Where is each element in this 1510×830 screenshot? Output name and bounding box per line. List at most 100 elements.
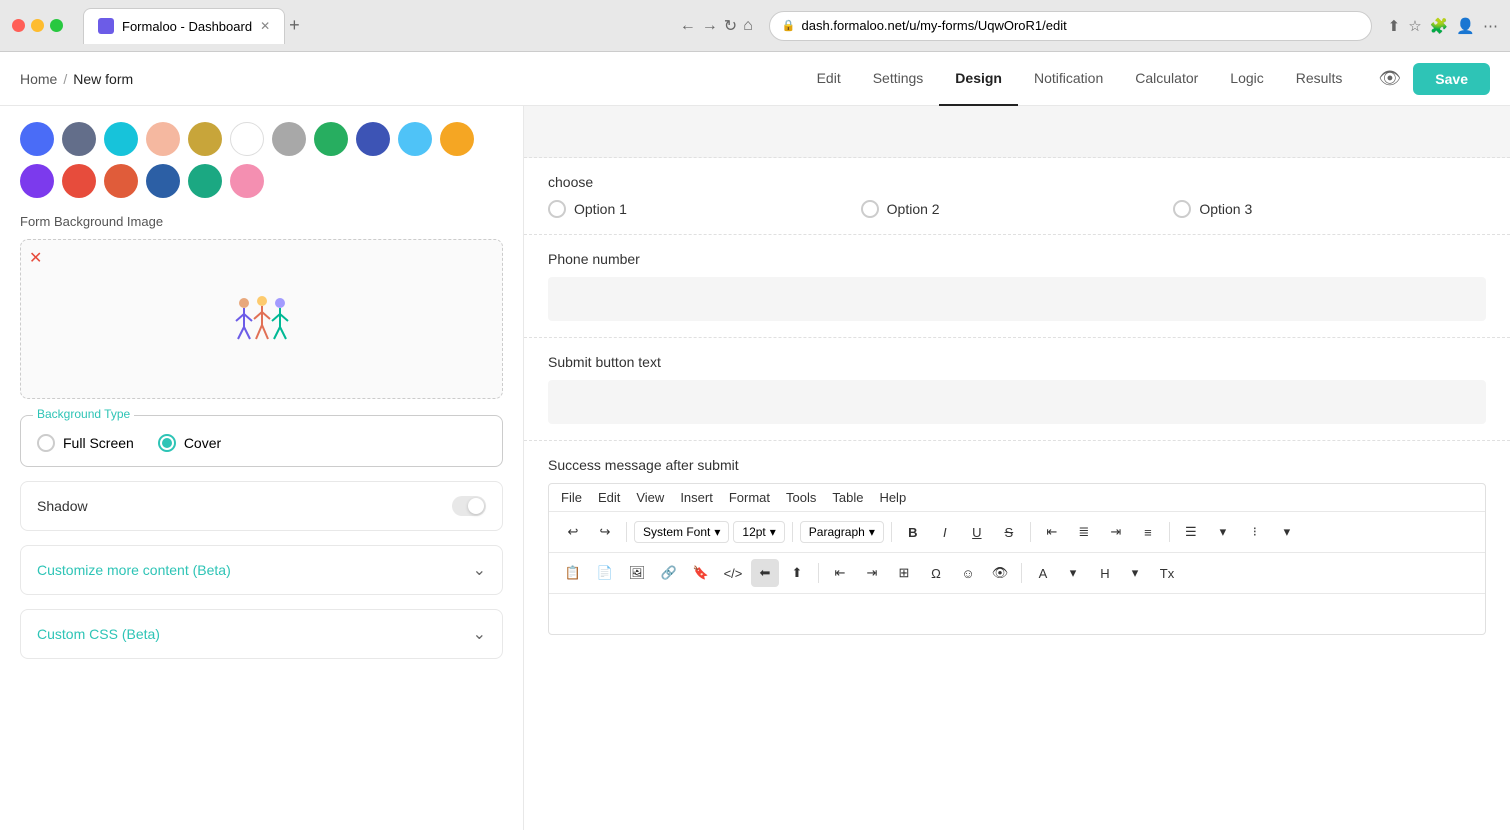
italic-button[interactable]: I	[931, 518, 959, 546]
color-swatch-green[interactable]	[314, 122, 348, 156]
color-swatch-orange[interactable]	[440, 122, 474, 156]
underline-button[interactable]: U	[963, 518, 991, 546]
align-center-button[interactable]: ≣	[1070, 518, 1098, 546]
ordered-list-button[interactable]: ☰	[1177, 518, 1205, 546]
refresh-button[interactable]: ↻	[724, 16, 737, 36]
share-icon[interactable]: ⬆	[1388, 17, 1401, 35]
paragraph-style-selector[interactable]: Paragraph ▾	[800, 521, 884, 543]
tab-calculator[interactable]: Calculator	[1119, 52, 1214, 106]
unordered-list-arrow[interactable]: ▾	[1273, 518, 1301, 546]
tab-logic[interactable]: Logic	[1214, 52, 1279, 106]
omega-button[interactable]: Ω	[922, 559, 950, 587]
code-button[interactable]: </>	[719, 559, 747, 587]
address-bar[interactable]: 🔒 dash.formaloo.net/u/my-forms/UqwOroR1/…	[769, 11, 1372, 41]
align-right-button[interactable]: ⇥	[1102, 518, 1130, 546]
more-icon[interactable]: ⋯	[1483, 17, 1498, 35]
editor-menu-help[interactable]: Help	[879, 490, 906, 505]
font-color-button[interactable]: A	[1029, 559, 1057, 587]
color-swatch-lightgray[interactable]	[272, 122, 306, 156]
editor-content-area[interactable]	[549, 594, 1485, 634]
visibility-button[interactable]: 👁	[986, 559, 1014, 587]
unordered-list-button[interactable]: ⁝	[1241, 518, 1269, 546]
submit-button-input-display[interactable]	[548, 380, 1486, 424]
delete-bg-image-button[interactable]: ✕	[29, 248, 42, 268]
tab-edit[interactable]: Edit	[801, 52, 857, 106]
color-swatch-navyblue[interactable]	[146, 164, 180, 198]
home-button[interactable]: ⌂	[743, 17, 753, 35]
font-family-selector[interactable]: System Font ▾	[634, 521, 729, 543]
color-swatch-teal[interactable]	[188, 164, 222, 198]
radio-cover[interactable]: Cover	[158, 434, 221, 452]
fullscreen-traffic-light[interactable]	[50, 19, 63, 32]
editor-menu-tools[interactable]: Tools	[786, 490, 816, 505]
strikethrough-button[interactable]: S	[995, 518, 1023, 546]
font-color-arrow[interactable]: ▾	[1059, 559, 1087, 587]
close-traffic-light[interactable]	[12, 19, 25, 32]
color-swatch-blue[interactable]	[20, 122, 54, 156]
color-swatch-pink[interactable]	[230, 164, 264, 198]
paste-button[interactable]: 📋	[559, 559, 587, 587]
radio-fullscreen[interactable]: Full Screen	[37, 434, 134, 452]
color-swatch-redorange[interactable]	[104, 164, 138, 198]
emoji-button[interactable]: ☺	[954, 559, 982, 587]
new-tab-button[interactable]: +	[289, 15, 300, 36]
preview-icon[interactable]: 👁	[1378, 68, 1401, 89]
extension-icon[interactable]: 🧩	[1430, 17, 1449, 35]
rtl-button[interactable]: ⬆	[783, 559, 811, 587]
bookmark-button[interactable]: 🔖	[687, 559, 715, 587]
highlight-arrow[interactable]: ▾	[1121, 559, 1149, 587]
indent-left-button[interactable]: ⇤	[826, 559, 854, 587]
browser-tab[interactable]: Formaloo - Dashboard ✕	[83, 8, 285, 44]
editor-menu-edit[interactable]: Edit	[598, 490, 620, 505]
color-swatch-peach[interactable]	[146, 122, 180, 156]
editor-menu-view[interactable]: View	[636, 490, 664, 505]
highlight-button[interactable]: H	[1091, 559, 1119, 587]
customize-section[interactable]: Customize more content (Beta) ⌄	[20, 545, 503, 595]
ltr-button[interactable]: ⬅	[751, 559, 779, 587]
image-button[interactable]: 🖼	[623, 559, 651, 587]
indent-right-button[interactable]: ⇥	[858, 559, 886, 587]
align-justify-button[interactable]: ≡	[1134, 518, 1162, 546]
paste-special-button[interactable]: 📄	[591, 559, 619, 587]
color-swatch-gray[interactable]	[62, 122, 96, 156]
tab-notification[interactable]: Notification	[1018, 52, 1119, 106]
option-1-radio[interactable]	[548, 200, 566, 218]
bold-button[interactable]: B	[899, 518, 927, 546]
option-2-radio[interactable]	[861, 200, 879, 218]
color-swatch-purple[interactable]	[20, 164, 54, 198]
align-left-button[interactable]: ⇤	[1038, 518, 1066, 546]
font-size-selector[interactable]: 12pt ▾	[733, 521, 784, 543]
tab-design[interactable]: Design	[939, 52, 1018, 106]
background-image-area[interactable]: ✕	[20, 239, 503, 399]
back-button[interactable]: ←	[680, 17, 696, 35]
profile-icon[interactable]: 👤	[1456, 17, 1475, 35]
ordered-list-arrow[interactable]: ▾	[1209, 518, 1237, 546]
clear-format-button[interactable]: Tx	[1153, 559, 1181, 587]
breadcrumb-home[interactable]: Home	[20, 71, 57, 87]
color-swatch-darkblue[interactable]	[356, 122, 390, 156]
color-swatch-lightblue[interactable]	[398, 122, 432, 156]
custom-css-section[interactable]: Custom CSS (Beta) ⌄	[20, 609, 503, 659]
color-swatch-gold[interactable]	[188, 122, 222, 156]
editor-menu-table[interactable]: Table	[832, 490, 863, 505]
editor-menu-file[interactable]: File	[561, 490, 582, 505]
minimize-traffic-light[interactable]	[31, 19, 44, 32]
redo-button[interactable]: ↪	[591, 518, 619, 546]
color-swatch-cyan[interactable]	[104, 122, 138, 156]
save-button[interactable]: Save	[1413, 63, 1490, 95]
tab-close-button[interactable]: ✕	[260, 19, 270, 33]
forward-button[interactable]: →	[702, 17, 718, 35]
color-swatch-red[interactable]	[62, 164, 96, 198]
editor-menu-insert[interactable]: Insert	[680, 490, 713, 505]
phone-number-input-display[interactable]	[548, 277, 1486, 321]
tab-results[interactable]: Results	[1280, 52, 1359, 106]
link-button[interactable]: 🔗	[655, 559, 683, 587]
editor-menu-format[interactable]: Format	[729, 490, 770, 505]
undo-button[interactable]: ↩	[559, 518, 587, 546]
table-button[interactable]: ⊞	[890, 559, 918, 587]
bookmark-icon[interactable]: ☆	[1408, 17, 1421, 35]
color-swatch-white[interactable]	[230, 122, 264, 156]
option-3-radio[interactable]	[1173, 200, 1191, 218]
shadow-toggle[interactable]	[452, 496, 486, 516]
tab-settings[interactable]: Settings	[857, 52, 940, 106]
